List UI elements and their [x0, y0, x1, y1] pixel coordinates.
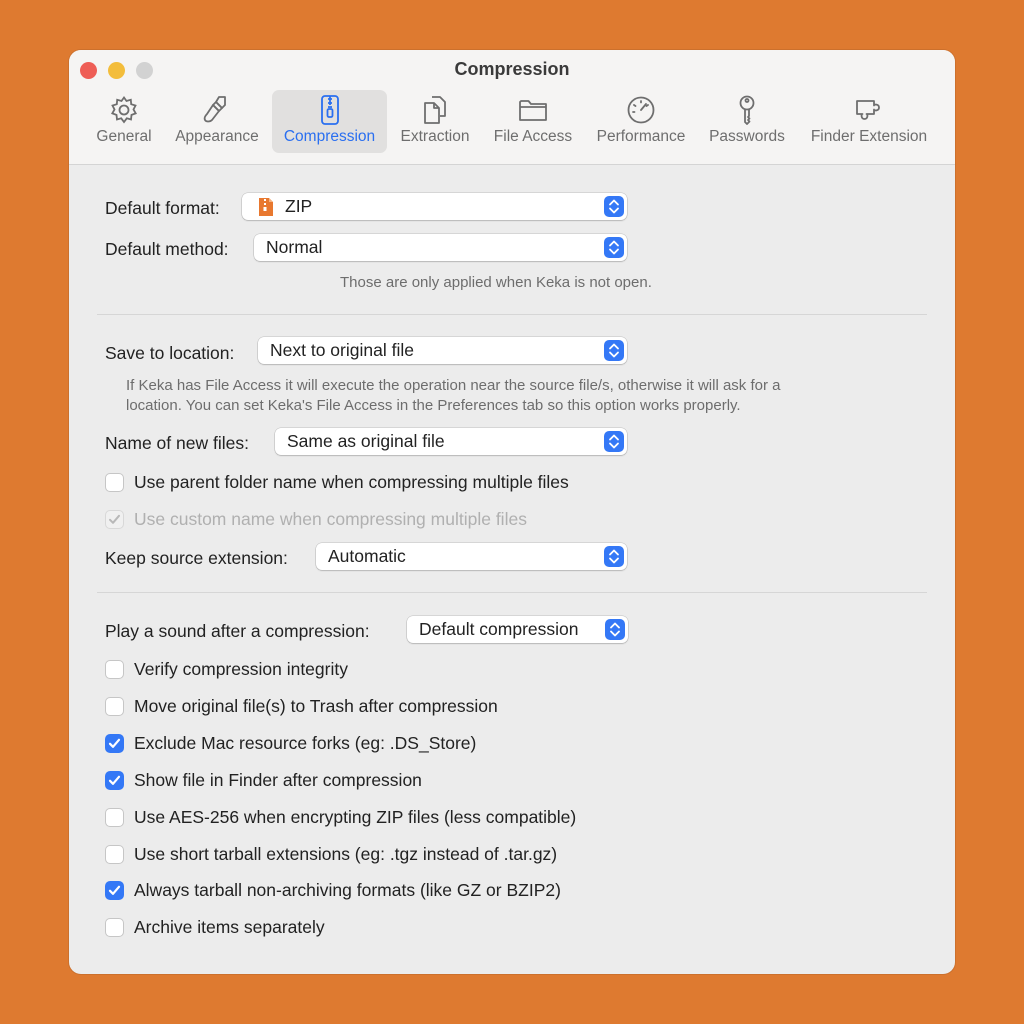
chevron-updown-icon: [604, 196, 624, 217]
tab-label: Appearance: [175, 128, 259, 145]
source-extension-label: Keep source extension:: [105, 548, 288, 568]
default-method-label: Default method:: [105, 239, 229, 259]
parent-folder-label: Use parent folder name when compressing …: [134, 471, 569, 492]
tab-label: Compression: [283, 128, 376, 145]
tab-performance[interactable]: Performance: [589, 90, 693, 153]
default-format-value: ZIP: [285, 196, 313, 216]
zipper-icon: [320, 95, 339, 125]
chevron-updown-icon: [604, 546, 624, 567]
option-label: Always tarball non-archiving formats (li…: [134, 879, 561, 900]
move-to-trash-checkbox[interactable]: [105, 696, 124, 716]
source-extension-value: Automatic: [328, 546, 406, 566]
tab-general[interactable]: General: [87, 90, 161, 153]
custom-name-checkbox: [105, 509, 124, 529]
tab-label: File Access: [493, 128, 573, 145]
source-extension-popup[interactable]: Automatic: [316, 543, 627, 570]
option-label: Use short tarball extensions (eg: .tgz i…: [134, 843, 558, 864]
save-location-note: If Keka has File Access it will execute …: [126, 376, 780, 416]
archive-separately-checkbox[interactable]: [105, 917, 124, 937]
default-format-label: Default format:: [105, 198, 220, 218]
option-checkbox-row[interactable]: Move original file(s) to Trash after com…: [105, 695, 498, 717]
option-checkbox-row[interactable]: Verify compression integrity: [105, 658, 348, 680]
zip-file-icon: [259, 198, 273, 216]
checkmark-icon: [108, 885, 121, 895]
checkmark-icon: [108, 775, 121, 785]
verify-integrity-checkbox[interactable]: [105, 659, 124, 679]
tab-label: Extraction: [400, 128, 470, 145]
tab-finder-extension[interactable]: Finder Extension: [801, 90, 937, 153]
option-label: Archive items separately: [134, 916, 325, 937]
tab-label: Passwords: [709, 128, 785, 145]
chevron-updown-icon: [604, 340, 624, 361]
default-format-popup[interactable]: ZIP: [242, 193, 627, 220]
new-files-name-popup[interactable]: Same as original file: [275, 428, 627, 455]
option-label: Move original file(s) to Trash after com…: [134, 695, 498, 716]
custom-name-label: Use custom name when compressing multipl…: [134, 508, 527, 529]
chevron-updown-icon: [604, 237, 624, 258]
custom-name-checkbox-row: Use custom name when compressing multipl…: [105, 508, 527, 530]
tab-label: General: [96, 128, 152, 145]
default-method-popup[interactable]: Normal: [254, 234, 627, 261]
window-title: Compression: [454, 59, 570, 79]
new-files-name-value: Same as original file: [287, 431, 445, 451]
option-label: Exclude Mac resource forks (eg: .DS_Stor…: [134, 732, 477, 753]
option-label: Verify compression integrity: [134, 658, 348, 679]
gear-icon: [110, 95, 138, 124]
play-sound-popup[interactable]: Default compression: [407, 616, 628, 643]
play-sound-label: Play a sound after a compression:: [105, 621, 370, 641]
chevron-updown-icon: [604, 431, 624, 452]
tab-label: Performance: [596, 128, 686, 145]
divider: [97, 592, 927, 593]
save-location-popup[interactable]: Next to original file: [258, 337, 627, 364]
play-sound-value: Default compression: [419, 619, 579, 639]
tab-compression[interactable]: Compression: [272, 90, 387, 153]
tab-label: Finder Extension: [810, 128, 928, 145]
save-location-note-line: If Keka has File Access it will execute …: [126, 377, 781, 394]
option-checkbox-row[interactable]: Show file in Finder after compression: [105, 769, 422, 791]
option-checkbox-row[interactable]: Always tarball non-archiving formats (li…: [105, 879, 561, 901]
tab-file-access[interactable]: File Access: [487, 90, 579, 153]
parent-folder-checkbox-row[interactable]: Use parent folder name when compressing …: [105, 471, 569, 493]
default-method-value: Normal: [266, 237, 323, 257]
divider: [97, 314, 927, 315]
key-icon: [739, 95, 755, 125]
option-checkbox-row[interactable]: Exclude Mac resource forks (eg: .DS_Stor…: [105, 732, 476, 754]
tab-passwords[interactable]: Passwords: [703, 90, 791, 153]
preferences-window: Compression General Appearance Compressi…: [69, 50, 955, 974]
checkmark-icon: [108, 738, 121, 748]
option-checkbox-row[interactable]: Use short tarball extensions (eg: .tgz i…: [105, 843, 557, 865]
save-location-note-line: location. You can set Keka's File Access…: [126, 397, 741, 414]
format-note: Those are only applied when Keka is not …: [340, 274, 652, 291]
option-label: Use AES-256 when encrypting ZIP files (l…: [134, 806, 577, 827]
tab-appearance[interactable]: Appearance: [169, 90, 265, 153]
save-location-value: Next to original file: [270, 340, 414, 360]
chevron-updown-icon: [605, 619, 625, 640]
paintbrush-icon: [203, 96, 226, 123]
save-location-label: Save to location:: [105, 343, 235, 363]
always-tarball-checkbox[interactable]: [105, 880, 124, 900]
exclude-resource-forks-checkbox[interactable]: [105, 733, 124, 753]
documents-icon: [424, 96, 446, 124]
toolbar: Compression General Appearance Compressi…: [69, 50, 955, 165]
checkmark-icon: [109, 514, 120, 524]
option-label: Show file in Finder after compression: [134, 769, 422, 790]
folder-icon: [519, 100, 547, 121]
new-files-name-label: Name of new files:: [105, 433, 249, 453]
puzzle-icon: [856, 100, 880, 120]
parent-folder-checkbox[interactable]: [105, 472, 124, 492]
speedometer-icon: [627, 96, 655, 124]
option-checkbox-row[interactable]: Archive items separately: [105, 916, 325, 938]
show-in-finder-checkbox[interactable]: [105, 770, 124, 790]
tab-extraction[interactable]: Extraction: [393, 90, 477, 153]
option-checkbox-row[interactable]: Use AES-256 when encrypting ZIP files (l…: [105, 806, 576, 828]
short-tarball-checkbox[interactable]: [105, 844, 124, 864]
aes256-checkbox[interactable]: [105, 807, 124, 827]
